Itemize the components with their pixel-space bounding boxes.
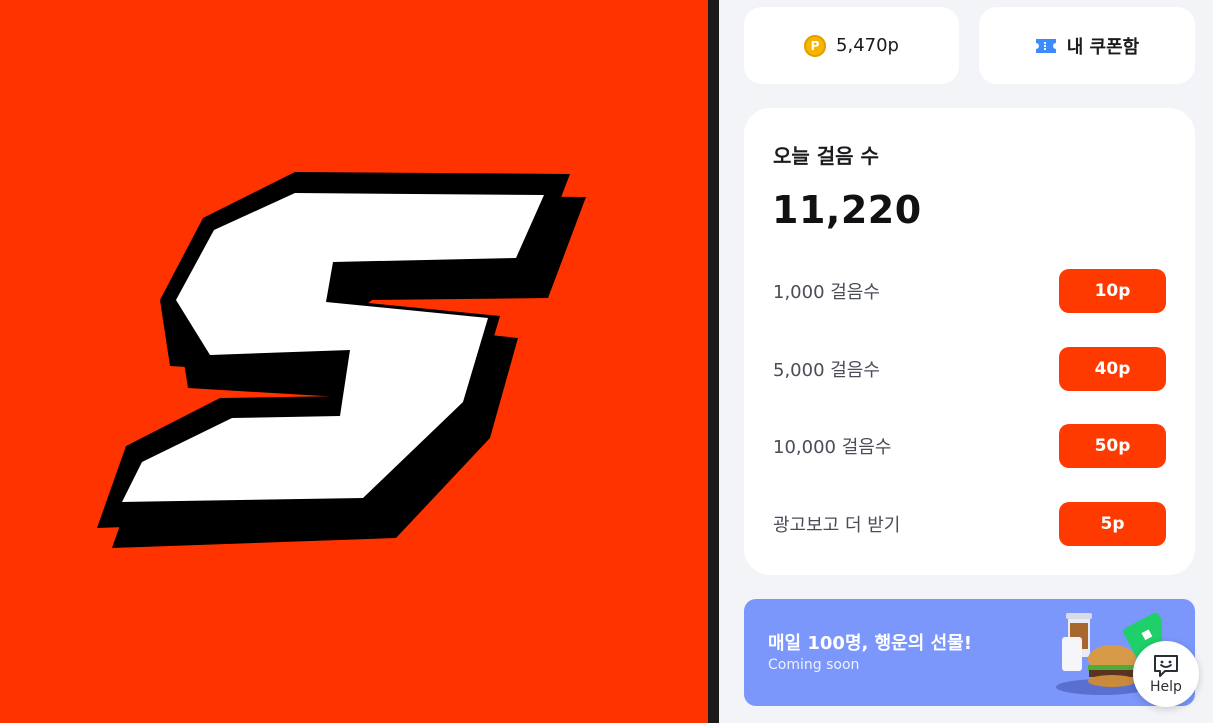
help-label: Help	[1150, 678, 1182, 695]
reward-claim-button[interactable]: 50p	[1059, 424, 1166, 468]
reward-row: 10,000 걸음수 50p	[773, 424, 1166, 468]
reward-label: 10,000 걸음수	[773, 437, 892, 458]
ticket-icon	[1035, 38, 1056, 53]
reward-label: 1,000 걸음수	[773, 282, 880, 303]
reward-label: 5,000 걸음수	[773, 360, 880, 381]
reward-claim-button[interactable]: 10p	[1059, 269, 1166, 313]
banner-subtitle: Coming soon	[768, 657, 860, 673]
reward-row: 광고보고 더 받기 5p	[773, 502, 1166, 546]
coupon-box-label: 내 쿠폰함	[1066, 36, 1140, 58]
brand-s-logo	[97, 172, 586, 548]
watch-ad-reward-button[interactable]: 5p	[1059, 502, 1166, 546]
reward-row: 5,000 걸음수 40p	[773, 347, 1166, 391]
steps-count: 11,220	[772, 188, 922, 232]
coupon-box-button[interactable]: 내 쿠폰함	[979, 7, 1195, 84]
banner-title: 매일 100명, 행운의 선물!	[768, 633, 972, 654]
reward-claim-button[interactable]: 40p	[1059, 347, 1166, 391]
reward-label: 광고보고 더 받기	[773, 515, 901, 536]
steps-title: 오늘 걸음 수	[773, 144, 879, 168]
app-panel: P 5,470p 내 쿠폰함 오늘 걸음 수 11,220 1,000 걸음수 …	[719, 0, 1213, 723]
p-coin-icon: P	[804, 34, 827, 57]
points-card[interactable]: P 5,470p	[744, 7, 959, 84]
reward-row: 1,000 걸음수 10p	[773, 269, 1166, 313]
daily-gift-banner[interactable]: 매일 100명, 행운의 선물! Coming soon	[744, 599, 1195, 706]
brand-panel	[0, 0, 708, 723]
smile-chat-icon	[1154, 654, 1178, 677]
steps-card: 오늘 걸음 수 11,220 1,000 걸음수 10p 5,000 걸음수 4…	[744, 108, 1195, 575]
panel-divider	[708, 0, 719, 723]
points-value: 5,470p	[836, 35, 899, 56]
help-button[interactable]: Help	[1133, 641, 1199, 707]
